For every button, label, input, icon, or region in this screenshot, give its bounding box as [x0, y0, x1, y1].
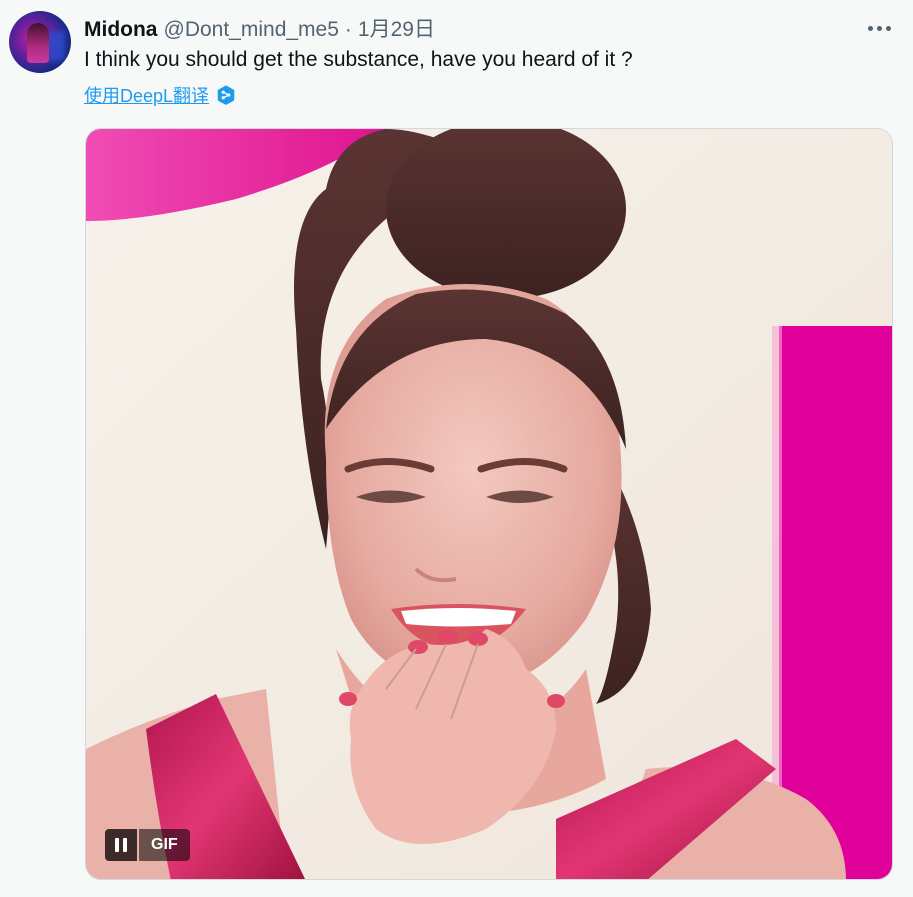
gif-frame: [86, 129, 892, 879]
tweet-text: I think you should get the substance, ha…: [84, 48, 633, 71]
tweet-date[interactable]: 1月29日: [358, 13, 435, 43]
gif-controls: GIF: [105, 829, 190, 861]
more-options-button[interactable]: [862, 14, 896, 42]
user-handle[interactable]: @Dont_mind_me5: [164, 18, 339, 42]
gif-media[interactable]: GIF: [85, 128, 893, 880]
more-horizontal-icon: [867, 25, 873, 31]
translate-label[interactable]: 使用DeepL翻译: [84, 82, 209, 108]
tweet-header: Midona @Dont_mind_me5 · 1月29日: [84, 13, 435, 43]
header-separator: ·: [344, 18, 352, 41]
avatar-glow: [47, 31, 65, 61]
tweet-card[interactable]: Midona @Dont_mind_me5 · 1月29日 I think yo…: [0, 0, 913, 897]
pause-button[interactable]: [105, 829, 137, 861]
gif-badge: GIF: [139, 829, 190, 861]
avatar-figure: [27, 23, 49, 63]
display-name[interactable]: Midona: [84, 18, 158, 42]
translate-link[interactable]: 使用DeepL翻译: [84, 82, 237, 108]
more-horizontal-icon-dot: [876, 25, 882, 31]
pause-icon-bar: [123, 838, 127, 852]
avatar[interactable]: [9, 11, 71, 73]
pause-icon: [115, 838, 119, 852]
more-horizontal-icon-dot: [885, 25, 891, 31]
deepl-icon: [217, 85, 235, 105]
